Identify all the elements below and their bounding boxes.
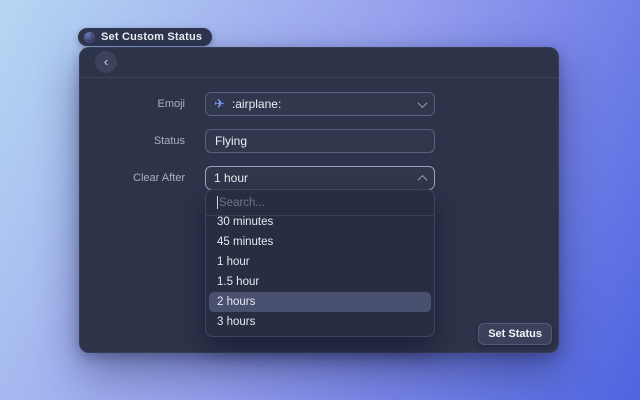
clear-after-select-value: 1 hour: [214, 171, 412, 185]
option-30-minutes[interactable]: 30 minutes: [209, 216, 431, 232]
status-row: Status: [79, 129, 559, 153]
set-custom-status-modal: ‹ Emoji ✈ :airplane: Status Clear After …: [79, 47, 559, 353]
airplane-emoji-icon: ✈: [214, 98, 225, 111]
clear-after-label: Clear After: [79, 166, 185, 190]
app-logo-icon: [84, 32, 95, 43]
text-caret: [217, 196, 218, 209]
clear-after-select[interactable]: 1 hour: [205, 166, 435, 190]
set-status-button-label: Set Status: [488, 328, 542, 340]
option-2-hours[interactable]: 2 hours: [209, 292, 431, 312]
dropdown-search: [206, 190, 434, 215]
option-1-hour[interactable]: 1 hour: [209, 252, 431, 272]
chevron-down-icon: [418, 98, 428, 108]
dropdown-search-input[interactable]: [206, 190, 434, 215]
status-input[interactable]: [205, 129, 435, 153]
window-title: Set Custom Status: [101, 31, 202, 43]
chevron-left-icon: ‹: [104, 55, 108, 68]
emoji-select[interactable]: ✈ :airplane:: [205, 92, 435, 116]
emoji-row: Emoji ✈ :airplane:: [79, 92, 559, 116]
desktop-background: Set Custom Status ‹ Emoji ✈ :airplane: S…: [0, 0, 640, 400]
window-title-badge: Set Custom Status: [78, 28, 212, 46]
option-1-5-hour[interactable]: 1.5 hour: [209, 272, 431, 292]
back-button[interactable]: ‹: [95, 51, 117, 73]
emoji-label: Emoji: [79, 92, 185, 116]
option-45-minutes[interactable]: 45 minutes: [209, 232, 431, 252]
modal-header: ‹: [79, 47, 559, 78]
clear-after-row: Clear After 1 hour: [79, 166, 559, 190]
emoji-select-value: :airplane:: [232, 97, 412, 111]
chevron-up-icon: [418, 174, 428, 184]
option-3-hours[interactable]: 3 hours: [209, 312, 431, 332]
status-label: Status: [79, 129, 185, 153]
dropdown-options-list: 30 minutes 45 minutes 1 hour 1.5 hour 2 …: [206, 216, 434, 337]
clear-after-dropdown-menu: 30 minutes 45 minutes 1 hour 1.5 hour 2 …: [205, 189, 435, 337]
set-status-button[interactable]: Set Status: [478, 323, 552, 345]
